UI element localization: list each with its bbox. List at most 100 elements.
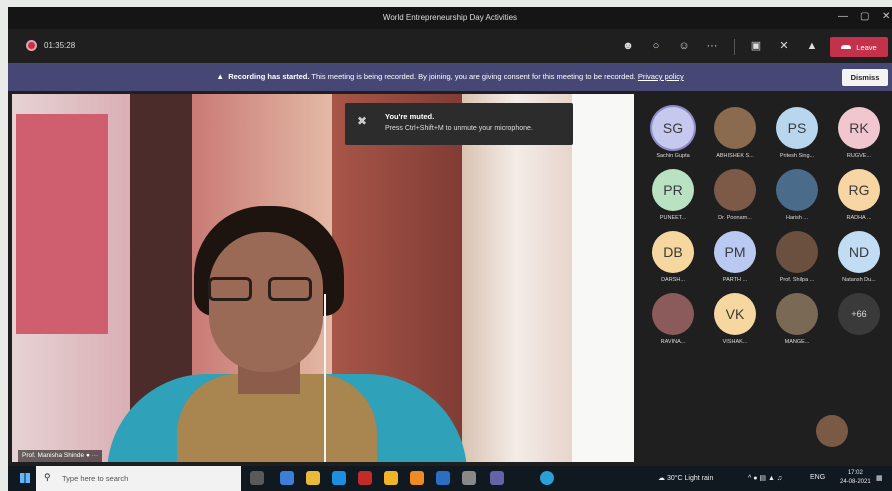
search-icon: ⚲ <box>44 472 51 482</box>
file-explorer-icon[interactable] <box>306 471 320 485</box>
main-video[interactable] <box>12 94 634 462</box>
avatar: SG <box>652 107 694 149</box>
chat-icon[interactable]: ○ <box>648 39 664 53</box>
dismiss-button[interactable]: Dismiss <box>842 69 888 86</box>
taskbar-search[interactable]: ⚲ Type here to search <box>36 466 241 491</box>
avatar <box>714 169 756 211</box>
toast-body: Press Ctrl+Shift+M to unmute your microp… <box>385 125 533 132</box>
participant-name: MANGE... <box>784 339 810 345</box>
help-icon[interactable] <box>540 471 554 485</box>
avatar: RG <box>838 169 880 211</box>
teams-icon[interactable] <box>490 471 504 485</box>
avatar: PR <box>652 169 694 211</box>
warning-icon: ▲ <box>216 72 225 81</box>
participant-tile[interactable]: PM PARTH ... <box>704 231 766 293</box>
leave-button[interactable]: Leave <box>830 37 888 57</box>
system-tray-icons[interactable]: ^ ● ▤ ▲ ♫ <box>748 474 782 482</box>
title-bar: World Entrepreneurship Day Activities — … <box>8 7 892 29</box>
weather-text: 30°C Light rain <box>666 475 714 482</box>
participant-tile[interactable]: Dr. Poonam... <box>704 169 766 231</box>
participant-tile[interactable]: ABHISHEK S... <box>704 107 766 169</box>
avatar <box>652 293 694 335</box>
meeting-timer: 01:35:28 <box>44 41 76 50</box>
share-icon[interactable]: ▲ <box>804 39 820 53</box>
minimize-icon[interactable]: — <box>838 11 848 22</box>
self-view[interactable] <box>816 415 848 447</box>
chrome-icon[interactable] <box>384 471 398 485</box>
toolbar-divider <box>734 39 735 55</box>
participant-tile[interactable]: SG Sachin Gupta <box>642 107 704 169</box>
participant-name: VISHAK... <box>722 339 748 345</box>
participant-tile[interactable]: Prof. Shilpa ... <box>766 231 828 293</box>
participant-name: Sachin Gupta <box>656 153 690 159</box>
participant-tile[interactable]: Harish ... <box>766 169 828 231</box>
mail-icon[interactable] <box>332 471 346 485</box>
speaker-name-tag: Prof. Manisha Shinde ● ··· <box>18 450 103 462</box>
language-indicator[interactable]: ENG <box>810 474 825 481</box>
mic-off-icon[interactable]: ✕ <box>776 39 792 53</box>
phone-icon <box>841 45 852 49</box>
task-view-icon[interactable] <box>250 471 264 485</box>
avatar: DB <box>652 231 694 273</box>
firefox-icon[interactable] <box>410 471 424 485</box>
avatar <box>776 293 818 335</box>
avatar: PS <box>776 107 818 149</box>
more-icon[interactable]: ··· <box>704 39 720 53</box>
participant-tile[interactable]: MANGE... <box>766 293 828 355</box>
recording-icon <box>26 40 37 51</box>
speaker-name: Prof. Manisha Shinde <box>22 452 85 459</box>
participant-tile[interactable]: RAVINA... <box>642 293 704 355</box>
leave-label: Leave <box>856 42 877 52</box>
avatar: ND <box>838 231 880 273</box>
participant-name: PARTH ... <box>722 277 748 283</box>
participant-tile[interactable]: ND Natansh Du... <box>828 231 890 293</box>
clock-date: 24-08-2021 <box>840 479 871 485</box>
teams-window: World Entrepreneurship Day Activities — … <box>8 7 892 491</box>
window-title: World Entrepreneurship Day Activities <box>382 13 518 22</box>
weather-widget[interactable]: ☁ 30°C Light rain <box>658 474 713 482</box>
app-icon[interactable] <box>436 471 450 485</box>
avatar <box>776 169 818 211</box>
more-participants-button[interactable]: +66 <box>838 293 880 335</box>
participant-name: Prof. Shilpa ... <box>779 277 815 283</box>
participant-name: Harish ... <box>785 215 808 221</box>
notifications-icon[interactable]: ▦ <box>876 474 883 482</box>
participant-tile[interactable]: PR PUNEET... <box>642 169 704 231</box>
participant-tile[interactable]: PS Pritesh Sing... <box>766 107 828 169</box>
participant-tile[interactable]: RG RADHA ... <box>828 169 890 231</box>
settings-icon[interactable] <box>462 471 476 485</box>
netflix-icon[interactable] <box>358 471 372 485</box>
participant-name: Natansh Du... <box>842 277 876 283</box>
participants-icon[interactable]: ☻ <box>620 39 636 53</box>
banner-text: This meeting is being recorded. By joini… <box>309 72 636 81</box>
clock-time: 17:02 <box>847 470 863 476</box>
banner-bold: Recording has started. <box>228 72 310 81</box>
taskbar-clock[interactable]: 17:02 24-08-2021 <box>840 469 871 487</box>
camera-off-icon[interactable]: ▣ <box>748 39 764 53</box>
avatar: RK <box>838 107 880 149</box>
participant-name: PUNEET... <box>659 215 687 221</box>
mic-icon: ● ··· <box>85 452 99 459</box>
participant-name: DARSH... <box>661 277 685 283</box>
participant-tile[interactable]: VK VISHAK... <box>704 293 766 355</box>
mic-muted-icon: ✖ <box>357 114 368 128</box>
maximize-icon[interactable]: ▢ <box>860 11 869 22</box>
toast-title: You're muted. <box>385 112 435 121</box>
participant-name: Dr. Poonam... <box>718 215 752 221</box>
cloud-icon: ☁ <box>658 475 667 482</box>
search-placeholder: Type here to search <box>62 474 129 483</box>
close-icon[interactable]: ✕ <box>882 11 890 22</box>
privacy-policy-link[interactable]: Privacy policy <box>638 72 684 81</box>
avatar: VK <box>714 293 756 335</box>
participant-tile[interactable]: DB DARSH... <box>642 231 704 293</box>
avatar: PM <box>714 231 756 273</box>
recording-banner: ▲ Recording has started. This meeting is … <box>8 63 892 91</box>
participant-tile[interactable]: +66 <box>828 293 890 355</box>
edge-icon[interactable] <box>280 471 294 485</box>
participant-tile[interactable]: RK RUGVE... <box>828 107 890 169</box>
reactions-icon[interactable]: ☺ <box>676 39 692 53</box>
participant-name: RUGVE... <box>846 153 872 159</box>
participant-gallery: SG Sachin Gupta ABHISHEK S... PS Pritesh Sin… <box>642 107 892 377</box>
avatar <box>776 231 818 273</box>
windows-start-icon[interactable] <box>20 473 30 483</box>
